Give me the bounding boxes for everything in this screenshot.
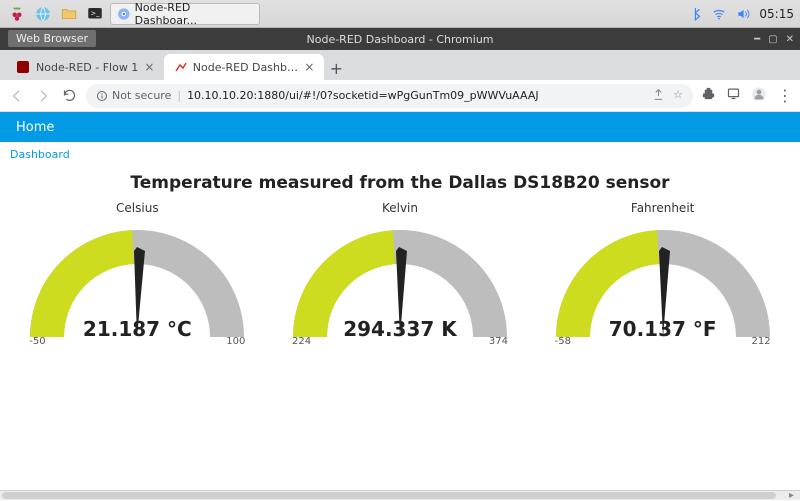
info-icon	[96, 90, 108, 102]
browser-tabstrip: Node-RED - Flow 1 × Node-RED Dashboard ×…	[0, 50, 800, 80]
star-icon[interactable]: ☆	[673, 88, 683, 104]
back-button[interactable]	[8, 87, 26, 105]
os-taskbar: >_ Node-RED Dashboar... 05:15	[0, 0, 800, 28]
gauge-label: Kelvin	[275, 201, 525, 215]
scrollbar-thumb[interactable]	[2, 492, 776, 499]
tab-close-icon[interactable]: ×	[304, 60, 314, 74]
bluetooth-icon[interactable]	[689, 7, 703, 21]
gauge-min: -58	[555, 336, 571, 347]
reload-button[interactable]	[60, 87, 78, 105]
svg-text:>_: >_	[91, 9, 101, 17]
gauge-row: Celsius 21.187 °C -50 100 Kelvin	[0, 201, 800, 347]
url-text: 10.10.10.20:1880/ui/#!/0?socketid=wPgGun…	[187, 89, 646, 102]
gauge-label: Celsius	[12, 201, 262, 215]
gauge-max: 100	[226, 336, 245, 347]
os-horizontal-scrollbar[interactable]: ▸	[0, 490, 800, 500]
forward-button[interactable]	[34, 87, 52, 105]
raspberry-menu-icon[interactable]	[6, 3, 28, 25]
profile-icon[interactable]	[751, 86, 767, 106]
terminal-icon[interactable]: >_	[84, 3, 106, 25]
window-maximize-icon[interactable]: ▢	[768, 34, 777, 45]
window-title: Node-RED Dashboard - Chromium	[307, 33, 494, 46]
wifi-icon[interactable]	[711, 7, 727, 21]
gauge-value: 294.337 K	[280, 317, 520, 341]
window-minimize-icon[interactable]: ━	[754, 34, 760, 45]
vnc-icon[interactable]	[726, 86, 741, 105]
page-content: Home Dashboard Temperature measured from…	[0, 112, 800, 490]
gauge-max: 374	[489, 336, 508, 347]
new-tab-button[interactable]: +	[324, 56, 348, 80]
breadcrumb[interactable]: Dashboard	[0, 142, 800, 167]
gauge-max: 212	[752, 336, 771, 347]
app-topbar: Home	[0, 112, 800, 142]
tab-dashboard[interactable]: Node-RED Dashboard ×	[164, 54, 324, 80]
gauge-kelvin: Kelvin 294.337 K 224 374	[275, 201, 525, 347]
window-titlebar: Node-RED Dashboard - Chromium ━ ▢ ✕	[0, 28, 800, 50]
gauge-value: 70.137 °F	[543, 317, 783, 341]
tooltip: Web Browser	[8, 30, 96, 47]
gauge-fahrenheit: Fahrenheit 70.137 °F -58 212	[538, 201, 788, 347]
window-close-icon[interactable]: ✕	[786, 34, 794, 45]
chromium-icon	[117, 7, 131, 21]
address-bar[interactable]: Not secure | 10.10.10.20:1880/ui/#!/0?so…	[86, 84, 693, 108]
not-secure-indicator[interactable]: Not secure	[96, 89, 171, 102]
kebab-menu-icon[interactable]: ⋮	[777, 86, 792, 105]
tab-close-icon[interactable]: ×	[144, 60, 154, 74]
tab-flow1[interactable]: Node-RED - Flow 1 ×	[6, 54, 164, 80]
nodered-dashboard-icon	[174, 60, 186, 74]
taskbar-app-chromium[interactable]: Node-RED Dashboar...	[110, 3, 260, 25]
gauge-min: 224	[292, 336, 311, 347]
browser-toolbar: Not secure | 10.10.10.20:1880/ui/#!/0?so…	[0, 80, 800, 112]
tab-label: Node-RED Dashboard	[193, 61, 299, 74]
gauge-value: 21.187 °C	[17, 317, 257, 341]
nodered-icon	[16, 60, 30, 74]
page-title: Temperature measured from the Dallas DS1…	[0, 173, 800, 193]
share-icon[interactable]	[652, 88, 665, 104]
scrollbar-arrow-icon[interactable]: ▸	[789, 490, 794, 501]
gauge-min: -50	[29, 336, 45, 347]
file-manager-icon[interactable]	[58, 3, 80, 25]
tab-label: Node-RED - Flow 1	[36, 61, 138, 74]
taskbar-app-label: Node-RED Dashboar...	[135, 1, 253, 27]
globe-icon[interactable]	[32, 3, 54, 25]
not-secure-label: Not secure	[112, 89, 171, 102]
volume-icon[interactable]	[735, 7, 751, 21]
system-tray: 05:15	[689, 7, 794, 21]
gauge-celsius: Celsius 21.187 °C -50 100	[12, 201, 262, 347]
gauge-label: Fahrenheit	[538, 201, 788, 215]
extensions-icon[interactable]	[701, 86, 716, 105]
clock[interactable]: 05:15	[759, 7, 794, 21]
home-link[interactable]: Home	[16, 120, 54, 135]
